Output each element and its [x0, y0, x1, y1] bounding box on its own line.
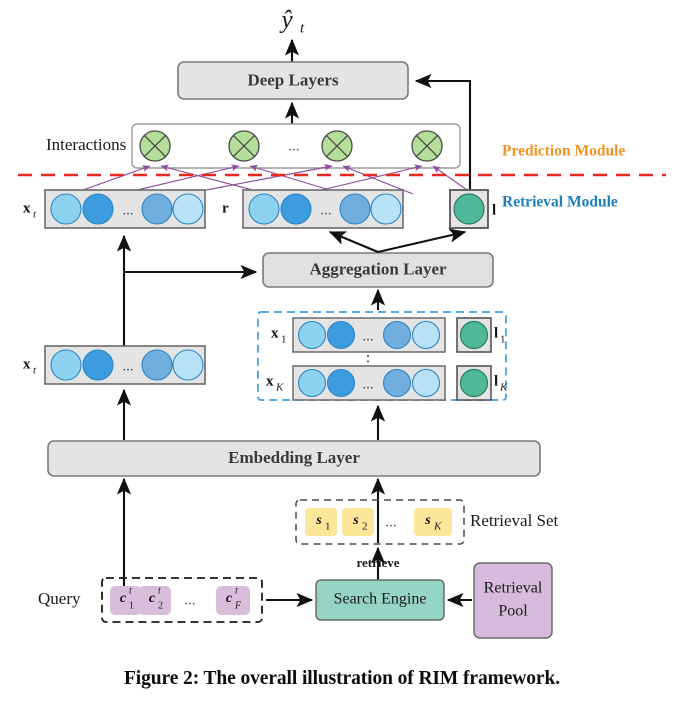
embedding-layer-label: Embedding Layer	[228, 448, 360, 467]
vector-xK[interactable]: ...	[292, 365, 446, 401]
svg-text:x: x	[23, 200, 31, 216]
retrieval-pool-label-line1: Retrieval	[484, 580, 543, 597]
vector-ellipsis: ...	[320, 202, 331, 218]
interaction-node[interactable]	[228, 130, 260, 162]
vector-ellipsis: ...	[122, 358, 133, 374]
svg-text:s: s	[315, 513, 322, 528]
svg-text:t: t	[129, 585, 132, 596]
svg-text:ŷ: ŷ	[278, 7, 293, 34]
output-prediction-label: ŷ t	[278, 7, 305, 37]
interactions-ellipsis: ...	[288, 138, 299, 154]
svg-text:1: 1	[129, 600, 134, 611]
retrieval-pool-block[interactable]: Retrieval Pool	[473, 562, 553, 639]
retrieval-module-label: Retrieval Module	[502, 194, 618, 211]
vector-xt-mid-label: x t	[23, 356, 37, 376]
arrow-aggregation-to-r	[328, 231, 379, 253]
query-label: Query	[38, 589, 81, 608]
vector-ellipsis: ...	[122, 202, 133, 218]
svg-text:K: K	[275, 382, 284, 394]
svg-text:c: c	[149, 591, 156, 606]
embedding-layer-block[interactable]: Embedding Layer	[47, 440, 541, 477]
vector-ellipsis: ...	[362, 328, 373, 344]
search-engine-label: Search Engine	[334, 591, 427, 608]
svg-text:t: t	[300, 20, 305, 36]
svg-text:s: s	[352, 513, 359, 528]
arrow-aggregation-to-l	[377, 228, 467, 254]
aggregation-layer-block[interactable]: Aggregation Layer	[262, 252, 494, 288]
retrieval-set-ellipsis: ...	[385, 514, 396, 530]
svg-text:t: t	[158, 585, 161, 596]
prediction-module-label: Prediction Module	[502, 143, 625, 160]
svg-text:s: s	[424, 513, 431, 528]
svg-text:1: 1	[325, 521, 331, 533]
deep-layers-label: Deep Layers	[247, 70, 339, 89]
svg-text:c: c	[120, 591, 127, 606]
svg-text:1: 1	[281, 334, 287, 346]
svg-text:l: l	[494, 325, 498, 341]
interaction-node[interactable]	[139, 130, 171, 162]
svg-text:K: K	[433, 521, 442, 533]
vector-xt-mid[interactable]: ...	[44, 345, 206, 385]
svg-text:x: x	[23, 356, 31, 372]
svg-text:x: x	[266, 373, 274, 389]
interaction-node[interactable]	[411, 130, 443, 162]
vector-x1[interactable]: ...	[292, 317, 446, 353]
svg-text:x: x	[271, 325, 279, 341]
svg-text:c: c	[226, 591, 233, 606]
svg-text:t: t	[33, 209, 37, 221]
vector-ellipsis: ...	[362, 376, 373, 392]
aggregation-layer-label: Aggregation Layer	[309, 259, 447, 278]
vector-lK-label: l K	[494, 373, 508, 393]
vector-l-label: l	[492, 202, 496, 218]
svg-text:l: l	[494, 373, 498, 389]
vector-r[interactable]: ...	[242, 189, 404, 229]
search-engine-block[interactable]: Search Engine	[315, 579, 445, 621]
rim-framework-diagram: ŷ t Deep Layers Interactions ... Predict…	[18, 7, 666, 639]
vector-x1-label: x 1	[271, 325, 287, 345]
figure-caption: Figure 2: The overall illustration of RI…	[123, 668, 561, 689]
retrieval-set-item[interactable]: s 2	[342, 508, 374, 536]
retrieval-set-item[interactable]: s 1	[305, 508, 337, 536]
query-ellipsis: ...	[184, 592, 195, 608]
vector-r-label: r	[222, 200, 229, 216]
svg-text:K: K	[499, 382, 508, 394]
svg-text:2: 2	[158, 600, 163, 611]
retrieval-set-label: Retrieval Set	[470, 511, 559, 530]
retrieval-set-item[interactable]: s K	[414, 508, 452, 536]
vector-l[interactable]	[449, 189, 489, 229]
retrieval-pool-label-line2: Pool	[498, 603, 528, 620]
vector-l1[interactable]	[456, 317, 492, 353]
vector-xt-top-label: x t	[23, 200, 37, 220]
query-item[interactable]: c F t	[216, 585, 250, 615]
figure-root: ŷ t Deep Layers Interactions ... Predict…	[0, 0, 684, 724]
interactions-label: Interactions	[46, 135, 126, 154]
vector-xt-top[interactable]: ...	[44, 189, 206, 229]
query-item[interactable]: c 1 t	[110, 585, 142, 615]
svg-text:t: t	[33, 365, 37, 377]
svg-text:t: t	[235, 585, 238, 596]
svg-text:1: 1	[500, 334, 506, 346]
interaction-node[interactable]	[321, 130, 353, 162]
svg-text:F: F	[234, 600, 242, 611]
svg-text:2: 2	[362, 521, 368, 533]
query-item[interactable]: c 2 t	[139, 585, 171, 615]
vector-l1-label: l 1	[494, 325, 506, 345]
vector-lK[interactable]	[456, 365, 492, 401]
vector-xK-label: x K	[266, 373, 284, 393]
deep-layers-block[interactable]: Deep Layers	[177, 61, 409, 100]
